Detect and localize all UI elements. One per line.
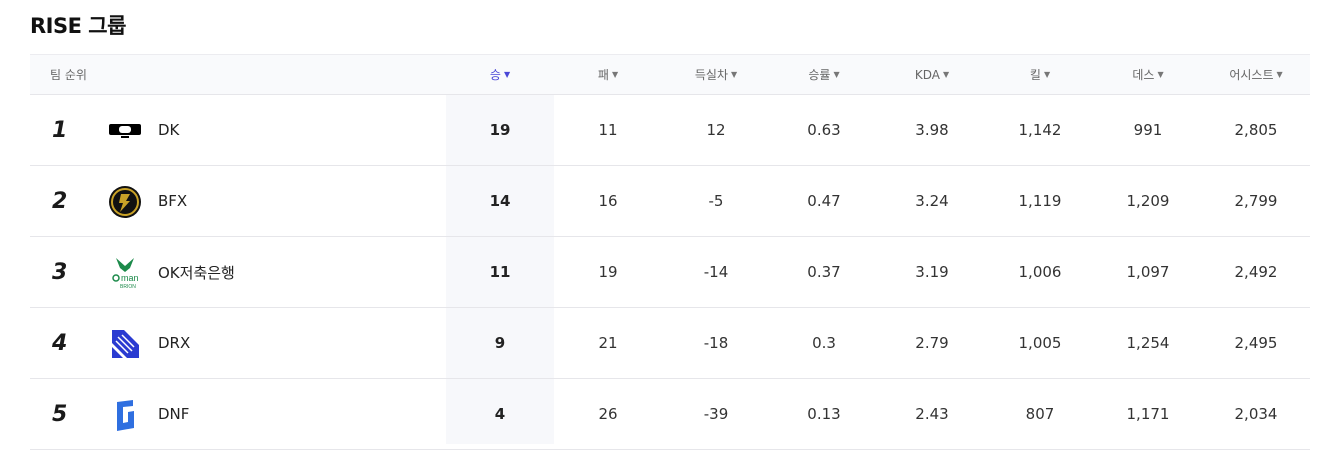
header-assists[interactable]: 어시스트 ▼ bbox=[1202, 55, 1310, 94]
rank-number: 5 bbox=[52, 401, 68, 427]
deaths-value: 1,209 bbox=[1126, 192, 1170, 210]
standings-table: 팀 순위 승 ▼ 패 ▼ 득실차 ▼ 승률 ▼ KDA ▼ 킬 ▼ 데스 ▼ 어시스트 ▼ 1 … bbox=[30, 54, 1310, 450]
kda-value: 2.43 bbox=[915, 405, 949, 423]
losses-value: 21 bbox=[598, 334, 618, 352]
sort-caret-icon: ▼ bbox=[503, 70, 511, 79]
diff-value: -14 bbox=[703, 263, 729, 281]
header-kills[interactable]: 킬 ▼ bbox=[986, 55, 1094, 94]
wins-value: 4 bbox=[494, 405, 506, 423]
rank-number: 1 bbox=[52, 117, 68, 143]
wins-value: 14 bbox=[489, 192, 511, 210]
kills-value: 1,006 bbox=[1018, 263, 1062, 281]
header-deaths[interactable]: 데스 ▼ bbox=[1094, 55, 1202, 94]
assists-value: 2,799 bbox=[1234, 192, 1278, 210]
deaths-value: 1,097 bbox=[1126, 263, 1170, 281]
diff-value: -5 bbox=[708, 192, 724, 210]
header-kda[interactable]: KDA ▼ bbox=[878, 55, 986, 94]
team-name[interactable]: DK bbox=[158, 95, 179, 165]
dnf-logo-icon bbox=[108, 398, 142, 432]
team-name[interactable]: OK저축은행 bbox=[158, 237, 235, 307]
table-header: 팀 순위 승 ▼ 패 ▼ 득실차 ▼ 승률 ▼ KDA ▼ 킬 ▼ 데스 ▼ 어시스트 ▼ bbox=[30, 54, 1310, 95]
team-name[interactable]: BFX bbox=[158, 166, 187, 236]
table-row[interactable]: 1 DK 19 11 12 0.63 3.98 1,142 991 2,805 bbox=[30, 95, 1310, 166]
kills-value: 807 bbox=[1025, 405, 1055, 423]
header-losses[interactable]: 패 ▼ bbox=[554, 55, 662, 94]
group-title: RISE 그룹 bbox=[30, 14, 126, 38]
rank-number: 2 bbox=[52, 188, 68, 214]
kills-value: 1,142 bbox=[1018, 121, 1062, 139]
wins-value: 19 bbox=[489, 121, 511, 139]
header-rate[interactable]: 승률 ▼ bbox=[770, 55, 878, 94]
sort-caret-icon: ▼ bbox=[1043, 70, 1051, 79]
deaths-value: 1,254 bbox=[1126, 334, 1170, 352]
wins-value: 11 bbox=[489, 263, 511, 281]
assists-value: 2,034 bbox=[1234, 405, 1278, 423]
svg-text:BRION: BRION bbox=[120, 284, 136, 290]
rate-value: 0.13 bbox=[807, 405, 841, 423]
drx-logo-icon bbox=[108, 327, 142, 361]
rate-value: 0.37 bbox=[807, 263, 841, 281]
sort-caret-icon: ▼ bbox=[833, 70, 840, 79]
header-wins[interactable]: 승 ▼ bbox=[446, 55, 554, 94]
kda-value: 3.24 bbox=[915, 192, 949, 210]
table-row[interactable]: 5 DNF 4 26 -39 0.13 2.43 807 1,171 2,034 bbox=[30, 379, 1310, 450]
header-diff[interactable]: 득실차 ▼ bbox=[662, 55, 770, 94]
rate-value: 0.63 bbox=[807, 121, 841, 139]
kills-value: 1,005 bbox=[1018, 334, 1062, 352]
assists-value: 2,492 bbox=[1234, 263, 1278, 281]
losses-value: 11 bbox=[598, 121, 618, 139]
diff-value: -39 bbox=[703, 405, 729, 423]
deaths-value: 1,171 bbox=[1126, 405, 1170, 423]
kills-value: 1,119 bbox=[1018, 192, 1062, 210]
kda-value: 3.19 bbox=[915, 263, 949, 281]
wins-value: 9 bbox=[494, 334, 506, 352]
team-name[interactable]: DRX bbox=[158, 308, 190, 378]
table-row[interactable]: 4 DRX 9 21 -18 0.3 2.79 1,005 1,254 2,49… bbox=[30, 308, 1310, 379]
table-row[interactable]: 3 man BRION OK저축은행 11 19 -14 0.37 3.19 1… bbox=[30, 237, 1310, 308]
rank-number: 3 bbox=[52, 259, 68, 285]
sort-caret-icon: ▼ bbox=[611, 70, 619, 79]
svg-text:man: man bbox=[121, 273, 139, 283]
kda-value: 3.98 bbox=[915, 121, 949, 139]
sort-caret-icon: ▼ bbox=[1157, 70, 1164, 79]
assists-value: 2,805 bbox=[1234, 121, 1278, 139]
deaths-value: 991 bbox=[1133, 121, 1163, 139]
diff-value: 12 bbox=[706, 121, 726, 139]
losses-value: 19 bbox=[598, 263, 618, 281]
table-row[interactable]: 2 BFX 14 16 -5 0.47 3.24 1,119 1,209 2,7… bbox=[30, 166, 1310, 237]
diff-value: -18 bbox=[703, 334, 729, 352]
assists-value: 2,495 bbox=[1234, 334, 1278, 352]
rate-value: 0.3 bbox=[812, 334, 836, 352]
losses-value: 26 bbox=[598, 405, 618, 423]
rate-value: 0.47 bbox=[807, 192, 841, 210]
losses-value: 16 bbox=[598, 192, 618, 210]
header-rank: 팀 순위 bbox=[50, 68, 87, 82]
team-name[interactable]: DNF bbox=[158, 379, 189, 449]
sort-caret-icon: ▼ bbox=[730, 70, 738, 79]
ok-brion-logo-icon: man BRION bbox=[108, 256, 142, 290]
sort-caret-icon: ▼ bbox=[1276, 70, 1283, 79]
dk-logo-icon bbox=[108, 114, 142, 148]
kda-value: 2.79 bbox=[915, 334, 949, 352]
sort-caret-icon: ▼ bbox=[942, 70, 950, 79]
bfx-logo-icon bbox=[108, 185, 142, 219]
rank-number: 4 bbox=[52, 330, 68, 356]
